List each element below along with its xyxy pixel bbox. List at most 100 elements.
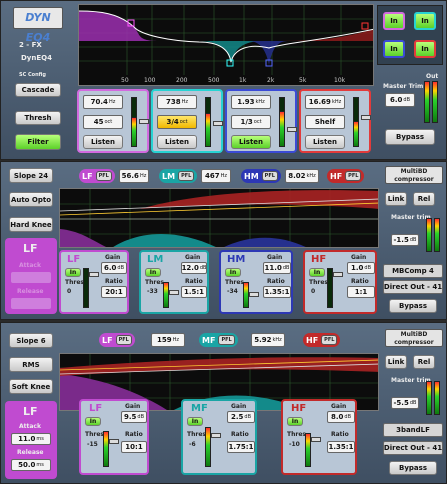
eq-response-graph[interactable]: 50 100 200 500 1k 2k 5k 10k — [78, 4, 374, 86]
xover-lf-freq[interactable]: 159 Hz — [151, 333, 185, 347]
master-trim-value[interactable]: -5.5 dB — [391, 397, 419, 409]
threshold-fader[interactable] — [211, 433, 221, 438]
thresh-button[interactable]: Thresh — [15, 111, 61, 125]
xover-hm[interactable]: HM PFL — [241, 169, 281, 183]
rel-button[interactable]: Rel — [413, 355, 435, 369]
xover-hf[interactable]: HF PFL — [303, 333, 341, 347]
knee-button[interactable]: Soft Knee — [9, 379, 53, 394]
band-in-button[interactable]: In — [309, 268, 325, 277]
band2-listen-button[interactable]: Listen — [157, 135, 197, 149]
band1-listen-button[interactable]: Listen — [83, 135, 123, 149]
xover-lf[interactable]: LF PFL — [79, 169, 115, 183]
xover-mf-freq[interactable]: 5.92 kHz — [251, 333, 285, 347]
slope-button[interactable]: Slope 6 — [9, 333, 53, 348]
ratio-value[interactable]: 1.35:1 — [263, 286, 291, 298]
band2-freq[interactable]: 738 Hz — [157, 95, 197, 109]
band-in-button[interactable]: In — [225, 268, 241, 277]
knee-button[interactable]: Hard Knee — [9, 217, 53, 232]
cascade-button[interactable]: Cascade — [15, 83, 61, 97]
gain-value[interactable]: 6.0 dB — [101, 262, 127, 274]
ratio-value[interactable]: 20:1 — [101, 286, 127, 298]
mb4-graph[interactable] — [59, 188, 379, 248]
bypass-button[interactable]: Bypass — [389, 461, 437, 475]
link-button[interactable]: Link — [385, 355, 407, 369]
band-in-button[interactable]: In — [65, 268, 81, 277]
xover-lm-freq[interactable]: 467 Hz — [201, 169, 231, 183]
band2-width[interactable]: 3/4 oct — [157, 115, 197, 129]
band4-listen-button[interactable]: Listen — [305, 135, 345, 149]
band4-width[interactable]: Shelf — [305, 115, 345, 129]
band1-freq[interactable]: 70.4 Hz — [83, 95, 123, 109]
threshold-fader[interactable] — [333, 272, 343, 277]
out-label: Out — [426, 73, 439, 80]
out-meter-left — [424, 81, 430, 123]
band1-width[interactable]: 45 oct — [83, 115, 123, 129]
band3-width[interactable]: 1/3 oct — [231, 115, 271, 129]
gain-label: Gain — [125, 403, 141, 410]
attack-label: Attack — [19, 423, 41, 430]
band2-in-button[interactable]: In — [414, 12, 436, 30]
band-in-button[interactable]: In — [187, 417, 203, 426]
band-gr-meter — [103, 431, 109, 467]
direct-out-label[interactable]: Direct Out - 41 — [383, 280, 443, 294]
band-in-button[interactable]: In — [145, 268, 161, 277]
slope-button[interactable]: Slope 24 — [9, 168, 53, 183]
ratio-value[interactable]: 1.35:1 — [327, 441, 355, 453]
bypass-button[interactable]: Bypass — [385, 129, 435, 145]
release-field[interactable]: 50.0 ms — [11, 459, 51, 471]
ratio-value[interactable]: 1.75:1 — [227, 441, 255, 453]
lf-band-select[interactable]: LF Attack Release — [5, 238, 57, 314]
detector-button[interactable]: Auto Opto — [9, 192, 53, 207]
master-trim-value[interactable]: 6.0 dB — [385, 93, 415, 107]
detector-button[interactable]: RMS — [9, 357, 53, 372]
lf-band-select[interactable]: LF Attack 11.0 ms Release 50.0 ms — [5, 401, 57, 479]
band1-in-button[interactable]: In — [383, 12, 405, 30]
gain-value[interactable]: 8.0 dB — [327, 411, 355, 423]
band3-listen-button[interactable]: Listen — [231, 135, 271, 149]
band-in-button[interactable]: In — [85, 417, 101, 426]
ratio-value[interactable]: 1.5:1 — [181, 286, 207, 298]
band1-gain-fader[interactable] — [139, 119, 149, 124]
link-button[interactable]: Link — [385, 192, 407, 206]
bypass-button[interactable]: Bypass — [389, 299, 437, 313]
thres-label: Thres — [287, 431, 306, 438]
gain-label: Gain — [105, 254, 121, 261]
band4-gain-fader[interactable] — [361, 115, 371, 120]
threshold-fader[interactable] — [249, 292, 259, 297]
threshold-fader[interactable] — [109, 439, 119, 444]
filter-button[interactable]: Filter — [15, 134, 61, 150]
band3-gain-fader[interactable] — [287, 127, 297, 132]
band-in-button[interactable]: In — [287, 417, 303, 426]
direct-out-label[interactable]: Direct Out - 41 — [383, 441, 443, 455]
release-field[interactable] — [11, 298, 51, 309]
band3-in-button[interactable]: In — [383, 40, 405, 58]
band2-gain-fader[interactable] — [213, 121, 223, 126]
band4-in-button[interactable]: In — [414, 40, 436, 58]
xover-lf[interactable]: LF PFL — [99, 333, 135, 347]
xover-hm-freq[interactable]: 8.02 kHz — [285, 169, 319, 183]
gain-value[interactable]: 11.0 dB — [263, 262, 291, 274]
ratio-value[interactable]: 1:1 — [347, 286, 375, 298]
threshold-fader[interactable] — [169, 290, 179, 295]
master-trim-value[interactable]: -1.5 dB — [391, 234, 419, 246]
eq-band-2: 738 Hz 3/4 oct Listen — [151, 89, 223, 153]
freq-label: 1k — [239, 77, 247, 84]
gain-value[interactable]: 2.5 dB — [227, 411, 255, 423]
xover-mf[interactable]: MF PFL — [199, 333, 238, 347]
xover-hf[interactable]: HF PFL — [327, 169, 365, 183]
release-label: Release — [17, 449, 44, 456]
gain-value[interactable]: 9.5 dB — [121, 411, 147, 423]
rel-button[interactable]: Rel — [413, 192, 435, 206]
xover-lf-freq[interactable]: 56.6 Hz — [119, 169, 149, 183]
gain-value[interactable]: 1.0 dB — [347, 262, 375, 274]
xover-lm[interactable]: LM PFL — [159, 169, 198, 183]
band3-freq[interactable]: 1.93 kHz — [231, 95, 271, 109]
attack-field[interactable]: 11.0 ms — [11, 433, 51, 445]
attack-field[interactable] — [11, 272, 51, 283]
band4-freq[interactable]: 16.69 kHz — [305, 95, 345, 109]
threshold-fader[interactable] — [89, 272, 99, 277]
gain-label: Gain — [267, 254, 283, 261]
ratio-value[interactable]: 10:1 — [121, 441, 147, 453]
gain-value[interactable]: 12.0 dB — [181, 262, 207, 274]
threshold-fader[interactable] — [311, 437, 321, 442]
